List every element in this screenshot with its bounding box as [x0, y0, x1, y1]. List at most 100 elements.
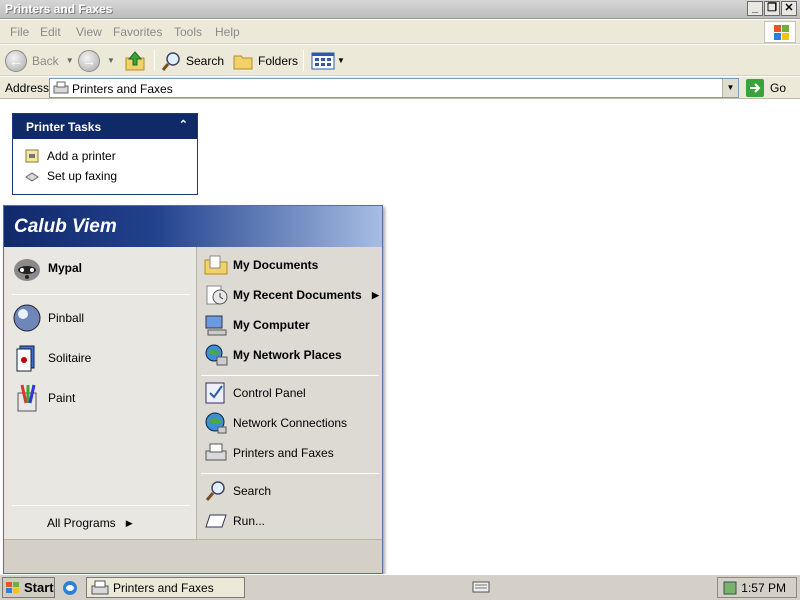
taskbar-task-printers-and-faxes[interactable]: Printers and Faxes — [86, 577, 245, 598]
printer-tasks-panel: Printer Tasks ⌃ Add a printer Set up fax… — [12, 113, 198, 195]
menu-favorites[interactable]: Favorites — [113, 25, 162, 39]
all-programs-label: All Programs — [47, 516, 116, 530]
menu-bar: File Edit View Favorites Tools Help — [0, 20, 800, 44]
window-title: Printers and Faxes — [5, 2, 113, 16]
place-label: My Documents — [233, 258, 319, 272]
search-icon — [205, 481, 225, 501]
search-menu-item[interactable]: Search — [204, 479, 271, 503]
add-printer-label: Add a printer — [47, 149, 116, 163]
place-label: Network Connections — [233, 416, 348, 430]
start-menu-footer — [4, 539, 382, 573]
recent-item-solitaire[interactable]: Solitaire — [12, 343, 91, 373]
views-icon — [311, 52, 335, 69]
minimize-button[interactable]: _ — [747, 1, 763, 16]
restore-button[interactable]: ❐ — [764, 1, 780, 16]
recent-label: Solitaire — [48, 351, 92, 365]
views-button[interactable]: ▼ — [311, 49, 345, 72]
place-my-computer[interactable]: My Computer — [204, 313, 310, 337]
taskbar: Start Printers and Faxes 1:57 PM — [0, 574, 800, 600]
all-programs-button[interactable]: All Programs ▶ — [47, 515, 133, 531]
folders-icon — [233, 55, 253, 69]
place-label: Run... — [233, 514, 266, 528]
start-menu-header: Calub Viem — [4, 206, 382, 247]
documents-folder-icon — [204, 255, 228, 275]
search-button[interactable]: Search — [161, 49, 224, 72]
separator — [12, 294, 190, 295]
recent-item-pinball[interactable]: Pinball — [12, 303, 84, 333]
pinball-icon — [13, 304, 41, 332]
place-printers-and-faxes[interactable]: Printers and Faxes — [204, 441, 334, 465]
search-label: Search — [186, 53, 225, 68]
start-menu-left-pane: Mypal Pinball Solitaire Paint All Progra… — [4, 247, 196, 539]
place-network-connections[interactable]: Network Connections — [204, 411, 347, 435]
system-tray: 1:57 PM — [717, 577, 797, 598]
address-value: Printers and Faxes — [72, 82, 173, 96]
search-icon — [161, 51, 180, 71]
recent-item-paint[interactable]: Paint — [12, 383, 75, 413]
menu-tools[interactable]: Tools — [174, 25, 202, 39]
fax-icon — [25, 172, 39, 182]
start-button[interactable]: Start — [2, 577, 55, 598]
printer-tasks-header[interactable]: Printer Tasks ⌃ — [13, 114, 197, 139]
chevron-down-icon[interactable]: ▼ — [337, 56, 345, 65]
menu-edit[interactable]: Edit — [40, 25, 61, 39]
place-my-documents[interactable]: My Documents — [204, 253, 318, 277]
collapse-chevron-icon[interactable]: ⌃ — [179, 118, 188, 131]
place-label: Search — [233, 484, 272, 498]
chevron-down-icon[interactable]: ▼ — [66, 56, 74, 65]
raccoon-icon — [14, 259, 40, 281]
setup-faxing-link[interactable]: Set up faxing — [25, 168, 117, 184]
place-label: My Recent Documents — [233, 288, 362, 302]
start-menu: Calub Viem Mypal Pinball Solitaire Paint… — [3, 205, 383, 574]
start-label: Start — [24, 580, 54, 595]
back-label: Back — [32, 53, 59, 68]
folders-button[interactable]: Folders — [232, 49, 298, 72]
add-printer-link[interactable]: Add a printer — [25, 148, 116, 164]
close-button[interactable]: ✕ — [781, 1, 797, 16]
go-button[interactable]: Go — [746, 79, 786, 97]
menu-file[interactable]: File — [10, 25, 29, 39]
keyboard-icon[interactable] — [472, 580, 490, 594]
windows-logo-icon — [6, 581, 19, 593]
place-control-panel[interactable]: Control Panel — [204, 381, 306, 405]
back-button[interactable]: ← Back ▼ — [5, 49, 74, 72]
separator — [201, 375, 379, 376]
recent-label: Pinball — [48, 311, 85, 325]
computer-icon — [205, 315, 227, 336]
pinned-item-mypal[interactable]: Mypal — [12, 253, 82, 283]
tray-app-icon[interactable] — [722, 580, 738, 596]
paint-icon — [17, 384, 37, 412]
run-menu-item[interactable]: Run... — [204, 509, 265, 533]
control-panel-icon — [205, 382, 225, 404]
toolbar-separator — [154, 50, 155, 71]
place-my-network-places[interactable]: My Network Places — [204, 343, 342, 367]
forward-arrow-icon: → — [78, 49, 100, 72]
windows-logo-icon — [764, 21, 796, 43]
clock[interactable]: 1:57 PM — [741, 581, 786, 595]
user-name: Calub Viem — [14, 216, 117, 237]
address-dropdown-icon[interactable]: ▼ — [722, 79, 738, 97]
place-my-recent-documents[interactable]: My Recent Documents ▶ — [204, 283, 379, 307]
network-connections-icon — [205, 412, 227, 434]
go-label: Go — [770, 81, 787, 95]
address-input[interactable]: Printers and Faxes ▼ — [49, 78, 739, 98]
address-label: Address — [5, 81, 50, 95]
chevron-down-icon[interactable]: ▼ — [107, 56, 115, 65]
up-folder-icon — [125, 50, 145, 70]
menu-view[interactable]: View — [76, 25, 102, 39]
menu-help[interactable]: Help — [215, 25, 240, 39]
internet-explorer-icon[interactable] — [61, 579, 79, 597]
folders-label: Folders — [258, 53, 299, 68]
task-label: Printers and Faxes — [113, 580, 214, 595]
pinned-label: Mypal — [48, 261, 83, 275]
printer-icon — [53, 81, 69, 94]
arrow-right-icon: ▶ — [125, 517, 133, 528]
recent-documents-icon — [206, 285, 228, 305]
network-places-icon — [205, 344, 228, 366]
run-icon — [205, 514, 227, 528]
forward-button[interactable]: → ▼ — [78, 49, 115, 72]
place-label: My Computer — [233, 318, 310, 332]
add-printer-icon — [25, 149, 39, 163]
solitaire-icon — [16, 345, 35, 372]
up-folder-button[interactable] — [124, 49, 146, 72]
